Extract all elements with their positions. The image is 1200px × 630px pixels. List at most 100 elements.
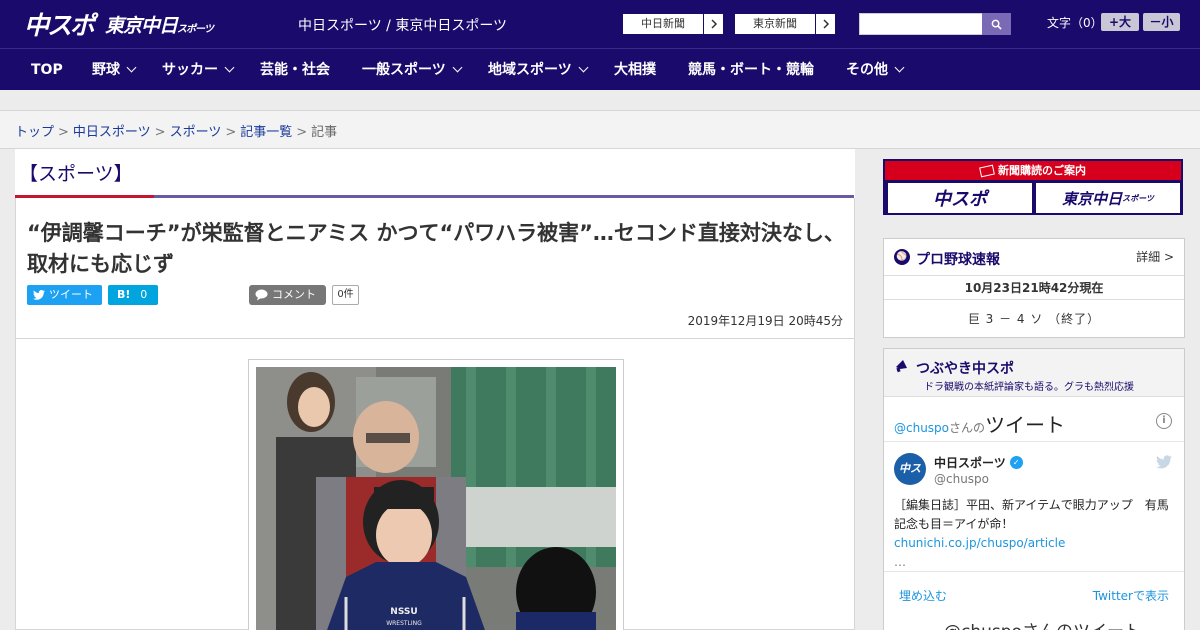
nav-label: 地域スポーツ <box>488 62 572 78</box>
hatena-label: B! <box>117 288 131 301</box>
banner-tokyo-label: 東京中日 <box>1062 189 1123 208</box>
tweet-button[interactable]: ツイート <box>27 285 102 305</box>
breadcrumb-separator: > <box>296 125 308 140</box>
breadcrumb-bar: トップ > 中日スポーツ > スポーツ > 記事一覧 > 記事 <box>0 111 1200 149</box>
article-header: “伊調馨コーチ”が栄監督とニアミス かつて“パワハラ被害”…セコンド直接対決なし… <box>15 198 855 339</box>
article-headline: “伊調馨コーチ”が栄監督とニアミス かつて“パワハラ被害”…セコンド直接対決なし… <box>27 221 845 276</box>
breadcrumb-link-article-list[interactable]: 記事一覧 <box>240 125 292 140</box>
font-size-label: 文字（0） <box>1047 16 1103 30</box>
search-icon <box>991 19 1002 30</box>
ext-link-label: 東京新聞 <box>753 17 797 30</box>
baseball-detail-link[interactable]: 詳細 > <box>1136 248 1174 265</box>
banner-tokyo-chunichi[interactable]: 東京中日 スポーツ <box>1036 183 1180 213</box>
chunichi-shimbun-link[interactable]: 中日新聞 <box>622 13 724 35</box>
hatena-bookmark-button[interactable]: B! 0 <box>108 285 158 305</box>
tweet-author-handle[interactable]: @chuspo <box>934 472 989 486</box>
logo-tokyo-small: スポーツ <box>177 23 214 35</box>
nav-item-general-sports[interactable]: 一般スポーツ <box>362 49 463 91</box>
site-logo[interactable]: 中スポ 東京中日スポーツ <box>24 6 214 42</box>
banner-chuspo[interactable]: 中スポ <box>888 183 1032 213</box>
font-bigger-button[interactable]: +大 <box>1101 13 1139 31</box>
banner-tokyo-small: スポーツ <box>1122 193 1154 203</box>
twitter-widget-subtitle: ドラ観戦の本紙評論家も語る。グラも熱烈応援 <box>924 382 1134 393</box>
chevron-down-icon <box>452 62 463 73</box>
nav-item-other[interactable]: その他 <box>846 49 905 91</box>
chevron-right-icon <box>815 14 835 34</box>
photo-illustration: NSSU WRESTLING <box>256 367 616 630</box>
baseball-icon: ⚾ <box>894 249 910 265</box>
info-icon[interactable]: i <box>1156 413 1172 429</box>
nav-item-baseball[interactable]: 野球 <box>92 49 137 91</box>
publish-date: 2019年12月19日 20時45分 <box>687 314 843 328</box>
logo-chuspo[interactable]: 中スポ <box>24 6 95 42</box>
nav-item-top[interactable]: TOP <box>31 49 63 91</box>
subscription-banner[interactable]: 新聞購読のご案内 中スポ 東京中日 スポーツ <box>883 159 1183 215</box>
banner-heading-label: 新聞購読のご案内 <box>998 164 1086 177</box>
nav-label: その他 <box>846 62 888 78</box>
more-tweets-label: @chuspoさんのツイート <box>944 617 1141 630</box>
megaphone-icon <box>896 360 907 373</box>
article-photo[interactable]: NSSU WRESTLING <box>256 367 616 630</box>
nav-item-racing[interactable]: 競馬・ボート・競輪 <box>688 49 814 91</box>
tweet-author-label: 中日スポーツ <box>934 456 1006 470</box>
chevron-down-icon <box>126 62 137 73</box>
twitter-account-suffix: さんの <box>949 421 986 435</box>
twitter-timeline-title[interactable]: @chuspoさんのツイート <box>894 409 1065 438</box>
comment-label: コメント <box>272 288 316 301</box>
baseball-update-time: 10月23日21時42分現在 <box>884 276 1184 300</box>
view-on-twitter-link[interactable]: Twitterで表示 <box>1093 587 1169 604</box>
nav-item-soccer[interactable]: サッカー <box>162 49 235 91</box>
twitter-bird-icon <box>33 290 45 300</box>
breadcrumb-link-chunichi-sports[interactable]: 中日スポーツ <box>73 125 151 140</box>
tweet-author-name[interactable]: 中日スポーツ ✓ <box>934 454 1023 471</box>
tweet-text: ［編集日誌］平田、新アイテムで眼力アップ 有馬記念も目＝アイが命！ chunich… <box>894 496 1174 572</box>
chevron-down-icon <box>224 62 235 73</box>
twitter-timeline: @chuspoさんのツイート i 中スポ 中日スポーツ ✓ @chuspo ［編集… <box>884 397 1184 630</box>
divider <box>884 571 1184 572</box>
tweet-link[interactable]: chunichi.co.jp/chuspo/article <box>894 536 1065 550</box>
article-main: 【スポーツ】 “伊調馨コーチ”が栄監督とニアミス かつて“パワハラ被害”…セコン… <box>15 149 855 630</box>
chevron-right-icon <box>703 14 723 34</box>
baseball-scores-widget: ⚾ プロ野球速報 詳細 > 10月23日21時42分現在 巨 3 － 4 ソ （… <box>883 238 1185 338</box>
nav-item-local-sports[interactable]: 地域スポーツ <box>488 49 589 91</box>
twitter-widget: つぶやき中スポ ドラ観戦の本紙評論家も語る。グラも熱烈応援 @chuspoさんの… <box>883 348 1185 630</box>
newspaper-icon <box>979 164 995 178</box>
nav-label: 野球 <box>92 62 120 78</box>
category-header: 【スポーツ】 <box>15 149 855 199</box>
font-smaller-button[interactable]: －小 <box>1143 13 1180 31</box>
search-button[interactable] <box>982 13 1011 35</box>
main-nav: TOP 野球 サッカー 芸能・社会 一般スポーツ 地域スポーツ 大相撲 競馬・ボ… <box>0 48 1200 90</box>
hatena-count: 0 <box>140 288 148 301</box>
chevron-down-icon <box>894 62 905 73</box>
baseball-widget-header: ⚾ プロ野球速報 詳細 > <box>884 239 1184 276</box>
tweet-ellipsis: … <box>894 555 906 569</box>
nav-item-entertainment[interactable]: 芸能・社会 <box>260 49 330 91</box>
baseball-score[interactable]: 巨 3 － 4 ソ （終了） <box>884 300 1184 338</box>
banner-heading: 新聞購読のご案内 <box>885 161 1181 180</box>
comment-button[interactable]: コメント <box>249 285 326 305</box>
nav-label: 競馬・ボート・競輪 <box>688 62 814 78</box>
nav-label: 一般スポーツ <box>362 62 446 78</box>
breadcrumb-link-sports[interactable]: スポーツ <box>170 125 222 140</box>
ext-link-label: 中日新聞 <box>641 17 685 30</box>
avatar[interactable]: 中スポ <box>894 453 926 507</box>
nav-label: 大相撲 <box>614 62 656 78</box>
twitter-widget-header: つぶやき中スポ ドラ観戦の本紙評論家も語る。グラも熱烈応援 <box>884 349 1184 397</box>
nav-label: 芸能・社会 <box>260 62 330 78</box>
site-links[interactable]: 中日スポーツ / 東京中日スポーツ <box>298 15 507 35</box>
search-input[interactable] <box>859 13 983 35</box>
baseball-widget-title: プロ野球速報 <box>916 252 1000 268</box>
twitter-widget-title: つぶやき中スポ <box>916 361 1014 377</box>
speech-bubble-icon <box>255 289 268 301</box>
breadcrumb-link-top[interactable]: トップ <box>15 125 54 140</box>
twitter-bird-icon[interactable] <box>1156 455 1172 469</box>
twitter-account-link[interactable]: @chuspo <box>894 421 949 435</box>
nav-item-sumo[interactable]: 大相撲 <box>614 49 656 91</box>
breadcrumb-separator: > <box>58 125 69 140</box>
nav-label: サッカー <box>162 62 218 78</box>
sub-nav-stripe <box>0 90 1200 111</box>
embed-link[interactable]: 埋め込む <box>899 587 947 604</box>
tokyo-shimbun-link[interactable]: 東京新聞 <box>734 13 836 35</box>
twitter-timeline-label: ツイート <box>985 413 1066 437</box>
logo-tokyo-chunichi[interactable]: 東京中日スポーツ <box>105 11 214 38</box>
